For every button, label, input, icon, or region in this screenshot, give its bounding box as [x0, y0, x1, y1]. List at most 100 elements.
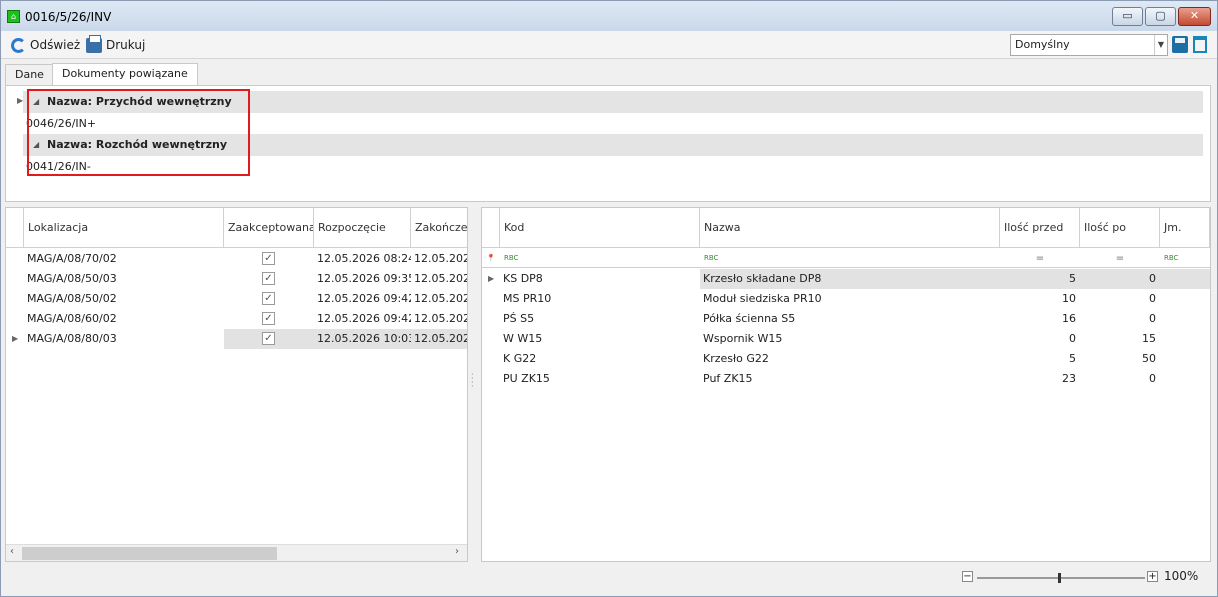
zoom-slider-thumb[interactable]: [1058, 573, 1061, 583]
refresh-button[interactable]: Odśwież: [11, 36, 80, 54]
table-cell[interactable]: K G22: [500, 349, 700, 369]
table-cell[interactable]: 0: [1080, 269, 1160, 289]
table-cell[interactable]: 12.05.2026 09:42: [314, 309, 411, 329]
refresh-label: Odśwież: [30, 38, 81, 52]
table-cell[interactable]: PU ZK15: [500, 369, 700, 389]
table-cell[interactable]: 12.05.2026: [411, 289, 467, 309]
zoom-out-button[interactable]: −: [962, 571, 973, 582]
window-title: 0016/5/26/INV: [25, 10, 112, 24]
table-cell[interactable]: 12.05.2026: [411, 309, 467, 329]
related-document-row[interactable]: 0046/26/IN+: [23, 113, 1203, 134]
table-cell[interactable]: 10: [1000, 289, 1080, 309]
splitter-handle[interactable]: · · · ·: [471, 371, 475, 391]
table-cell[interactable]: 16: [1000, 309, 1080, 329]
app-icon: ⌂: [7, 10, 20, 23]
table-cell[interactable]: 12.05.2026 08:24: [314, 249, 411, 269]
chevron-down-icon[interactable]: ▼: [1154, 35, 1167, 55]
table-cell[interactable]: MS PR10: [500, 289, 700, 309]
related-document-row[interactable]: 0041/26/IN-: [23, 156, 1203, 177]
filter-cell[interactable]: =: [1080, 249, 1160, 268]
table-cell[interactable]: W W15: [500, 329, 700, 349]
print-label: Drukuj: [106, 38, 146, 52]
table-cell[interactable]: Krzesło składane DP8: [700, 269, 1000, 289]
refresh-icon: [11, 37, 26, 53]
maximize-button[interactable]: ▢: [1145, 7, 1176, 26]
table-cell[interactable]: MAG/A/08/80/03: [24, 329, 224, 349]
filter-cell[interactable]: =: [1000, 249, 1080, 268]
chevron-right-icon[interactable]: ›: [455, 546, 459, 557]
table-cell[interactable]: Wspornik W15: [700, 329, 1000, 349]
filter-cell[interactable]: RBC: [1160, 249, 1210, 268]
table-cell[interactable]: MAG/A/08/70/02: [24, 249, 224, 269]
table-cell[interactable]: 15: [1080, 329, 1160, 349]
table-cell[interactable]: Moduł siedziska PR10: [700, 289, 1000, 309]
collapse-icon[interactable]: ◢: [33, 91, 39, 113]
table-cell[interactable]: 12.05.2026 10:03: [314, 329, 411, 349]
column-header[interactable]: Ilość przed: [1000, 208, 1080, 248]
column-header[interactable]: Zaakceptowana: [224, 208, 314, 248]
table-cell[interactable]: 23: [1000, 369, 1080, 389]
trash-icon[interactable]: [1193, 36, 1207, 53]
table-cell[interactable]: 12.05.2026 09:42: [314, 289, 411, 309]
filter-pin-icon[interactable]: 📍: [482, 249, 500, 268]
items-grid: Kod Nazwa Ilość przed Ilość po Jm. 📍 RBC…: [481, 207, 1211, 562]
table-cell[interactable]: 0: [1000, 329, 1080, 349]
table-cell[interactable]: PŚ S5: [500, 309, 700, 329]
checkbox-checked-icon[interactable]: ✓: [262, 312, 275, 325]
column-header[interactable]: Zakończeni: [411, 208, 467, 248]
locations-grid: Lokalizacja Zaakceptowana Rozpoczęcie Za…: [5, 207, 468, 562]
title-bar: ⌂ 0016/5/26/INV ▭ ▢ ✕: [1, 1, 1217, 31]
column-header[interactable]: Kod: [500, 208, 700, 248]
zoom-slider-track[interactable]: [977, 577, 1145, 579]
zoom-level: 100%: [1164, 569, 1199, 583]
tab-dane[interactable]: Dane: [5, 64, 54, 86]
table-cell[interactable]: 5: [1000, 349, 1080, 369]
table-cell[interactable]: 0: [1080, 369, 1160, 389]
main-window: ⌂ 0016/5/26/INV ▭ ▢ ✕ Odśwież Drukuj Dom…: [0, 0, 1218, 597]
table-cell[interactable]: KS DP8: [500, 269, 700, 289]
checkbox-checked-icon[interactable]: ✓: [262, 292, 275, 305]
table-cell[interactable]: 0: [1080, 309, 1160, 329]
table-cell[interactable]: 12.05.2026: [411, 329, 467, 349]
table-cell[interactable]: MAG/A/08/60/02: [24, 309, 224, 329]
chevron-left-icon[interactable]: ‹: [10, 546, 14, 557]
table-cell[interactable]: Puf ZK15: [700, 369, 1000, 389]
collapse-icon[interactable]: ◢: [33, 134, 39, 156]
save-icon[interactable]: [1172, 36, 1188, 53]
table-cell[interactable]: MAG/A/08/50/03: [24, 269, 224, 289]
minimize-button[interactable]: ▭: [1112, 7, 1143, 26]
table-cell[interactable]: 5: [1000, 269, 1080, 289]
table-cell[interactable]: Krzesło G22: [700, 349, 1000, 369]
table-cell[interactable]: Półka ścienna S5: [700, 309, 1000, 329]
table-cell[interactable]: MAG/A/08/50/02: [24, 289, 224, 309]
printer-icon: [86, 34, 102, 53]
column-header[interactable]: Nazwa: [700, 208, 1000, 248]
filter-cell[interactable]: RBC: [700, 249, 1000, 268]
column-header[interactable]: Ilość po: [1080, 208, 1160, 248]
checkbox-checked-icon[interactable]: ✓: [262, 272, 275, 285]
table-cell[interactable]: 50: [1080, 349, 1160, 369]
checkbox-checked-icon[interactable]: ✓: [262, 252, 275, 265]
row-header-corner: [482, 208, 500, 248]
print-button[interactable]: Drukuj: [86, 34, 146, 54]
horizontal-scrollbar[interactable]: ‹ ›: [6, 544, 467, 561]
table-cell[interactable]: 12.05.2026: [411, 249, 467, 269]
table-cell[interactable]: 12.05.2026 09:35: [314, 269, 411, 289]
checkbox-checked-icon[interactable]: ✓: [262, 332, 275, 345]
scrollbar-thumb[interactable]: [22, 547, 277, 560]
group-header[interactable]: ◢ Nazwa: Przychód wewnętrzny: [23, 91, 1203, 113]
row-indicator-icon: ▶: [12, 334, 19, 343]
zoom-in-button[interactable]: +: [1147, 571, 1158, 582]
table-cell[interactable]: 0: [1080, 289, 1160, 309]
tab-dokumenty-powiazane[interactable]: Dokumenty powiązane: [52, 63, 198, 86]
column-header[interactable]: Lokalizacja: [24, 208, 224, 248]
row-indicator-icon: ▶: [488, 274, 495, 283]
close-button[interactable]: ✕: [1178, 7, 1211, 26]
layout-select[interactable]: Domyślny: [1010, 34, 1168, 56]
column-header[interactable]: Jm.: [1160, 208, 1210, 248]
filter-cell[interactable]: RBC: [500, 249, 700, 268]
row-header-corner: [6, 208, 24, 248]
table-cell[interactable]: 12.05.2026: [411, 269, 467, 289]
column-header[interactable]: Rozpoczęcie: [314, 208, 411, 248]
group-header[interactable]: ◢ Nazwa: Rozchód wewnętrzny: [23, 134, 1203, 156]
